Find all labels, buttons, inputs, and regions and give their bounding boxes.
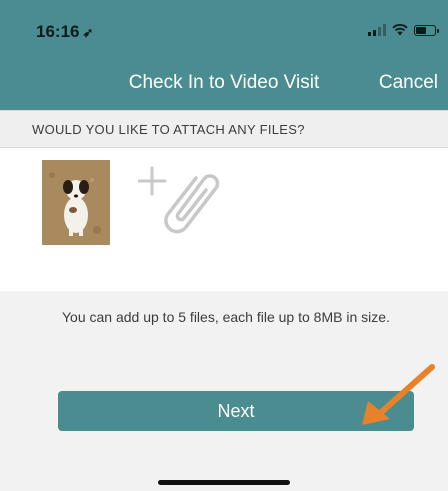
- wifi-icon: [392, 24, 408, 36]
- status-bar-icons: [368, 24, 439, 36]
- dog-photo-thumbnail[interactable]: [42, 160, 110, 245]
- cancel-button[interactable]: Cancel: [379, 72, 438, 94]
- section-header: WOULD YOU LIKE TO ATTACH ANY FILES?: [0, 110, 448, 148]
- add-attachment-icon[interactable]: [138, 164, 228, 244]
- home-indicator: [158, 480, 290, 485]
- footer-area: You can add up to 5 files, each file up …: [0, 291, 448, 491]
- location-arrow-icon: ➶: [82, 25, 94, 40]
- section-header-label: WOULD YOU LIKE TO ATTACH ANY FILES?: [32, 122, 305, 137]
- file-limit-hint: You can add up to 5 files, each file up …: [62, 309, 390, 325]
- signal-icon: [368, 24, 386, 36]
- attachments-area: [0, 148, 448, 291]
- annotation-arrow-icon: [362, 364, 435, 425]
- dog-photo-image: [42, 160, 110, 245]
- battery-icon: [414, 24, 439, 36]
- nav-header: 16:16 ➶ Check In to Video Visit Cancel: [0, 0, 448, 110]
- time-label: 16:16: [36, 22, 80, 41]
- status-bar-time: 16:16 ➶: [36, 22, 93, 42]
